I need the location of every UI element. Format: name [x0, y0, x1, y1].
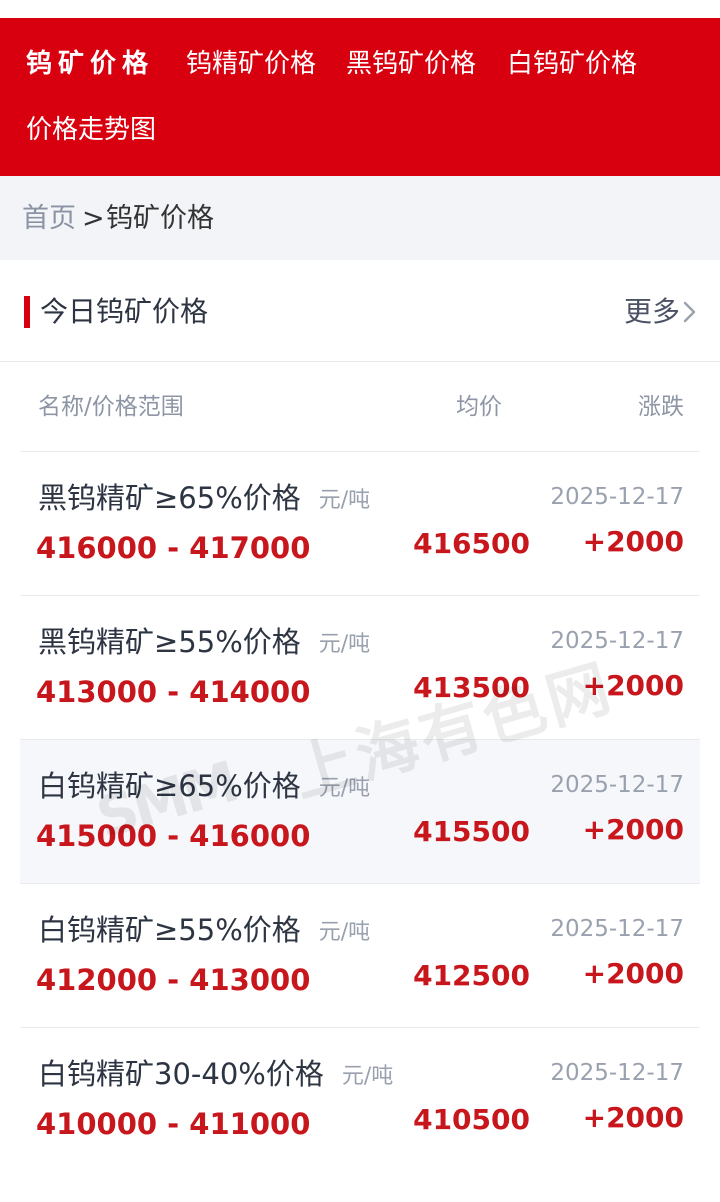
- average-price: 416500: [413, 527, 530, 560]
- section-divider: [0, 361, 720, 362]
- breadcrumb-home-link[interactable]: 首页: [22, 202, 76, 236]
- section-title: 今日钨矿价格: [40, 295, 209, 328]
- chevron-right-icon[interactable]: [678, 300, 700, 324]
- price-date: 2025-12-17: [550, 772, 684, 798]
- price-unit: 元/吨: [318, 776, 371, 801]
- nav-tab-tungsten-ore-price[interactable]: 钨矿价格: [26, 48, 154, 80]
- price-row[interactable]: 白钨精矿≥65%价格 元/吨 415000 - 416000 415500 202…: [20, 740, 700, 884]
- price-range: 416000 - 417000: [36, 531, 311, 565]
- nav-tab-wolframite-price[interactable]: 黑钨矿价格: [346, 48, 476, 80]
- product-name-text: 黑钨精矿≥55%价格: [38, 625, 301, 659]
- product-name-text: 白钨精矿≥65%价格: [38, 769, 301, 803]
- product-name: 黑钨精矿≥65%价格 元/吨: [38, 480, 370, 519]
- average-price: 410500: [413, 1103, 530, 1136]
- nav-tab-scheelite-price[interactable]: 白钨矿价格: [507, 48, 637, 80]
- price-change: +2000: [582, 957, 684, 990]
- column-header-avg: 均价: [456, 394, 502, 420]
- price-row[interactable]: 黑钨精矿≥65%价格 元/吨 416000 - 417000 416500 202…: [20, 452, 700, 596]
- price-date: 2025-12-17: [550, 1060, 684, 1086]
- price-range: 415000 - 416000: [36, 819, 311, 853]
- price-change: +2000: [582, 669, 684, 702]
- breadcrumb-current: 钨矿价格: [106, 203, 214, 234]
- price-range: 410000 - 411000: [36, 1107, 311, 1141]
- price-change: +2000: [582, 813, 684, 846]
- nav-tab-tungsten-concentrate-price[interactable]: 钨精矿价格: [186, 48, 316, 80]
- price-unit: 元/吨: [341, 1064, 394, 1089]
- breadcrumb: 首页 > 钨矿价格: [0, 176, 720, 260]
- product-name-text: 黑钨精矿≥65%价格: [38, 481, 301, 515]
- column-header-name: 名称/价格范围: [38, 394, 184, 420]
- price-row[interactable]: 黑钨精矿≥55%价格 元/吨 413000 - 414000 413500 202…: [20, 596, 700, 740]
- price-date: 2025-12-17: [550, 484, 684, 510]
- breadcrumb-separator: >: [82, 203, 105, 234]
- more-link[interactable]: 更多: [624, 294, 680, 330]
- price-range: 413000 - 414000: [36, 675, 311, 709]
- price-row[interactable]: 白钨精矿≥55%价格 元/吨 412000 - 413000 412500 202…: [20, 884, 700, 1028]
- price-date: 2025-12-17: [550, 916, 684, 942]
- price-unit: 元/吨: [318, 920, 371, 945]
- price-change: +2000: [582, 525, 684, 558]
- average-price: 413500: [413, 671, 530, 704]
- average-price: 415500: [413, 815, 530, 848]
- price-date: 2025-12-17: [550, 628, 684, 654]
- price-unit: 元/吨: [318, 632, 371, 657]
- column-header-change: 涨跌: [638, 394, 684, 420]
- product-name: 白钨精矿≥55%价格 元/吨: [38, 912, 370, 951]
- product-name: 黑钨精矿≥55%价格 元/吨: [38, 624, 370, 663]
- product-name-text: 白钨精矿≥55%价格: [38, 913, 301, 947]
- price-range: 412000 - 413000: [36, 963, 311, 997]
- price-change: +2000: [582, 1101, 684, 1134]
- price-row[interactable]: 白钨精矿30-40%价格 元/吨 410000 - 411000 410500 2…: [20, 1028, 700, 1172]
- nav-tab-price-trend-chart[interactable]: 价格走势图: [26, 114, 156, 146]
- section-accent-bar: [24, 296, 30, 328]
- top-nav-bar: 钨矿价格 钨精矿价格 黑钨矿价格 白钨矿价格 价格走势图: [0, 18, 720, 176]
- price-unit: 元/吨: [318, 488, 371, 513]
- product-name-text: 白钨精矿30-40%价格: [38, 1057, 324, 1091]
- product-name: 白钨精矿≥65%价格 元/吨: [38, 768, 370, 807]
- average-price: 412500: [413, 959, 530, 992]
- product-name: 白钨精矿30-40%价格 元/吨: [38, 1056, 393, 1095]
